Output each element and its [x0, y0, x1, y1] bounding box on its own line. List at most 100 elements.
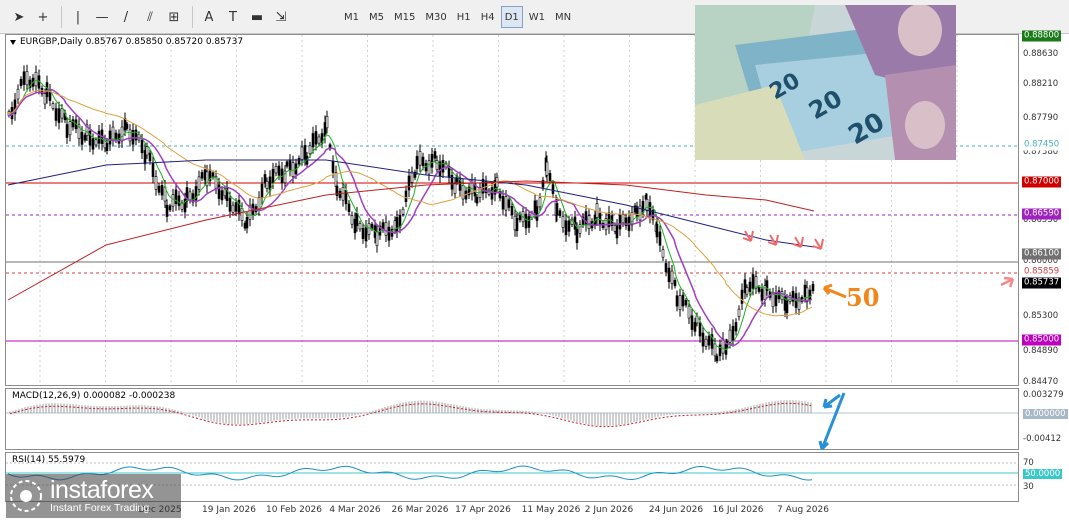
candle-body [220, 190, 224, 201]
candle-body [501, 195, 505, 210]
candle-body [648, 202, 652, 217]
channel-icon[interactable]: ⫽ [139, 6, 161, 28]
timeframe-h4[interactable]: H4 [477, 6, 499, 28]
timeframe-m15[interactable]: M15 [390, 6, 419, 28]
candle-body [645, 198, 649, 212]
candle-body [415, 156, 419, 169]
candle-body [681, 294, 685, 307]
candle-body [171, 194, 175, 207]
candle-body [387, 226, 391, 241]
symbol-dropdown-icon[interactable] [10, 40, 16, 45]
candle-body [704, 338, 708, 347]
candle-body [673, 279, 677, 287]
candle-body [151, 162, 155, 177]
macd-label: MACD(12,26,9) 0.000082 -0.000238 [12, 391, 176, 401]
timeframe-mn[interactable]: MN [551, 6, 575, 28]
price-tag: 0.87000 [1022, 176, 1062, 188]
candle-body [395, 217, 399, 232]
candle-body [693, 321, 697, 332]
price-scale[interactable]: 0.88630 0.88210 0.87790 0.87380 0.86550 0.860… [1019, 30, 1069, 502]
candle-body [418, 151, 422, 166]
candle-body [785, 299, 789, 314]
candle-body [361, 227, 365, 239]
timeframe-m5[interactable]: M5 [365, 6, 388, 28]
candle-body [358, 223, 362, 230]
label-icon[interactable]: T [222, 6, 244, 28]
timeframe-h1[interactable]: H1 [453, 6, 475, 28]
price-scale-label: 0.88630 [1023, 49, 1059, 59]
candle-body [421, 156, 425, 167]
candle-body [364, 226, 368, 242]
time-axis-label: 10 Feb 2026 [265, 505, 323, 515]
candle-body [197, 176, 201, 190]
arrows-icon[interactable]: ⇲ [270, 6, 292, 28]
candle-body [701, 332, 705, 347]
candle-body [698, 322, 702, 337]
moving-average-line [7, 89, 813, 317]
price-scale-label: 0.87790 [1023, 113, 1059, 123]
candle-body [271, 169, 275, 183]
candle-body [344, 190, 348, 205]
candle-body [350, 215, 354, 225]
macd-pane[interactable]: MACD(12,26,9) 0.000082 -0.000238 [5, 388, 1019, 450]
rsi-scale-label: 70 [1023, 458, 1034, 468]
time-axis-label: 2 Jun 2026 [584, 505, 634, 515]
candle-body [288, 159, 292, 172]
candle-body [83, 134, 87, 141]
price-tag: 0.86100 [1022, 248, 1062, 260]
timeframe-m30[interactable]: M30 [421, 6, 450, 28]
candle-body [347, 203, 351, 212]
candle-body [188, 191, 192, 200]
candle-body [265, 180, 269, 189]
candle-body [54, 108, 58, 121]
candle-body [504, 196, 508, 211]
crosshair-icon[interactable]: + [32, 6, 54, 28]
fibonacci-icon[interactable]: ⊞ [163, 6, 185, 28]
candle-body [331, 160, 335, 173]
banknotes-photo: 20 20 20 [695, 5, 956, 160]
macd-scale-label: 0.003279 [1023, 390, 1064, 400]
candle-body [19, 79, 23, 86]
candle-body [740, 289, 744, 304]
cursor-icon[interactable]: ➤ [8, 6, 30, 28]
candle-body [675, 295, 679, 307]
time-axis-label: 19 Jan 2026 [202, 505, 256, 515]
timeframe-d1[interactable]: D1 [500, 6, 523, 28]
text-icon[interactable]: A [198, 6, 220, 28]
time-axis-label: 7 Aug 2026 [777, 505, 829, 515]
candle-body [145, 146, 149, 156]
candle-body [325, 116, 329, 129]
candle-body [430, 154, 434, 168]
candle-body [157, 185, 161, 193]
candle-body [68, 121, 72, 136]
time-axis-label: 17 Apr 2026 [455, 505, 511, 515]
candle-body [507, 199, 511, 208]
candle-body [125, 123, 129, 129]
candle-body [231, 204, 235, 213]
candle-body [401, 208, 405, 215]
rsi-scale-label: 50.0000 [1023, 469, 1063, 479]
candle-body [757, 286, 761, 292]
vertical-line-icon[interactable]: | [67, 6, 89, 28]
timeframe-w1[interactable]: W1 [525, 6, 549, 28]
logo-tagline: Instant Forex Trading [50, 502, 150, 514]
price-tag: 0.85000 [1022, 334, 1062, 346]
candle-body [527, 216, 531, 228]
timeframe-m1[interactable]: M1 [340, 6, 363, 28]
timeframe-buttons: M1 M5 M15 M30 H1 H4 D1 W1 MN [340, 5, 577, 29]
candle-body [25, 71, 29, 86]
candle-body [687, 305, 691, 319]
candle-body [461, 185, 465, 200]
candle-body [811, 283, 815, 291]
candle-body [94, 139, 98, 146]
candle-body [658, 231, 662, 246]
horizontal-line-icon[interactable]: — [91, 6, 113, 28]
candle-body [551, 184, 555, 194]
rectangle-icon[interactable]: ▬ [246, 6, 268, 28]
annotation-50: 50 [846, 283, 880, 312]
candle-body [165, 204, 169, 217]
candle-body [737, 308, 741, 318]
candle-body [731, 325, 735, 341]
trendline-icon[interactable]: / [115, 6, 137, 28]
candle-body [538, 197, 542, 208]
